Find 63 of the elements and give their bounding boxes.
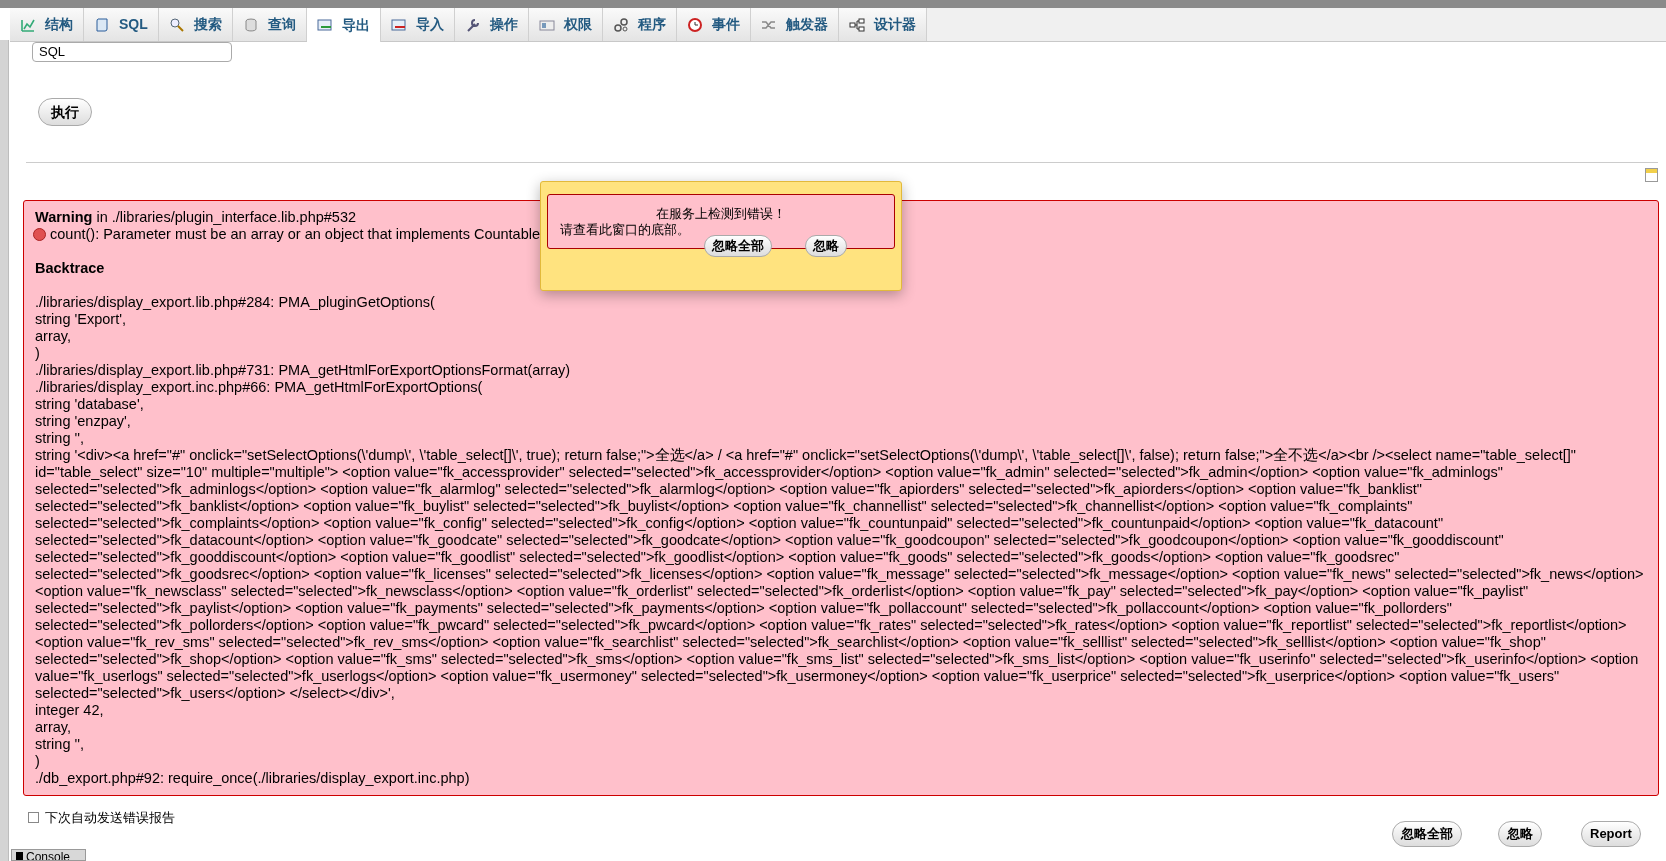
warning-heading: Warning in ./libraries/plugin_interface.lib.php#532 xyxy=(35,209,357,226)
backtrace-line: ) xyxy=(35,753,41,770)
tab[interactable]: 操作 xyxy=(454,8,529,41)
backtrace-line: array, xyxy=(35,719,72,736)
backtrace-line: string '', xyxy=(35,736,86,753)
tab[interactable]: SQL xyxy=(84,8,159,41)
backtrace-line: selected="selected">fk_users</option> </select></div>', xyxy=(35,685,396,702)
error-message: count(): Parameter must be an array or an object that implements Countable xyxy=(50,226,541,243)
backtrace-line: string 'database', xyxy=(35,396,145,413)
footer-button[interactable]: 忽略全部 xyxy=(1392,821,1462,847)
backtrace-line: selected="selected">fk_pollorders</option> <option value="fk_pwcard" selected="selected">fk_pwcard</option> <option value="fk_rates" selected="selected">fk_rates</option> <option value="fk_reportlist" selected="selected">fk_reportlist</option> xyxy=(35,617,1628,634)
tab[interactable]: 程序 xyxy=(602,8,677,41)
footer-button[interactable]: 忽略 xyxy=(1498,821,1542,847)
backtrace-line: selected="selected">fk_banklist</option> <option value="fk_buylist" selected="selected">fk_buylist</option> <option value="fk_channellist" selected="selected">fk_channellist</option> <option value="fk_complaints" xyxy=(35,498,1414,515)
backtrace-line: array, xyxy=(35,328,72,345)
tab[interactable]: 导入 xyxy=(380,8,455,41)
backtrace-line: selected="selected">fk_gooddiscount</option> <option value="fk_goodlist" selected="selected">fk_goodlist</option> <option value="fk_goods" selected="selected">fk_goods</option> <option value="fk_goodsrec" xyxy=(35,549,1401,566)
backtrace-line: id="table_select" size="10" multiple="multiple"> <option value="fk_accessprovider" selected="selected">fk_accessprovider</option> <option value="fk_admin" selected="selected">fk_admin</option> <option value="fk_adminlogs" xyxy=(35,464,1504,481)
popup-title: 在服务上检测到错误！ xyxy=(655,206,787,222)
tab[interactable]: 结构 xyxy=(10,8,84,41)
footer-button[interactable]: Report xyxy=(1581,821,1641,847)
backtrace-line: selected="selected">fk_complaints</option> <option value="fk_config" selected="selected">fk_config</option> <option value="fk_countunpaid" selected="selected">fk_countunpaid</option> <option value="fk_datacount" xyxy=(35,515,1445,532)
format-select[interactable]: SQL xyxy=(32,42,232,62)
backtrace-line: selected="selected">fk_goodsrec</option> <option value="fk_licenses" selected="selected">fk_licenses</option> <option value="fk_message" selected="selected">fk_message</option> <option value="fk_news" selected="selected">fk_news</option> xyxy=(35,566,1645,583)
tab[interactable]: 查询 xyxy=(232,8,307,41)
document-icon[interactable] xyxy=(1645,168,1658,182)
diagram-icon xyxy=(848,16,865,33)
tab[interactable]: 事件 xyxy=(676,8,751,41)
backtrace-line: selected="selected">fk_paylist</option> <option value="fk_payments" selected="selected">fk_payments</option> <option value="fk_pollaccount" selected="selected">fk_pollaccount</option> <option value="fk_pollorders" xyxy=(35,600,1453,617)
tab[interactable]: 导出 xyxy=(306,8,381,42)
tab[interactable]: 触发器 xyxy=(750,8,839,41)
backtrace-line: ./libraries/display_export.lib.php#731: PMA_getHtmlForExportOptionsFormat(array) xyxy=(35,362,572,379)
backtrace-line: ./libraries/display_export.inc.php#66: PMA_getHtmlForExportOptions( xyxy=(35,379,484,396)
search-icon xyxy=(168,16,185,33)
backtrace-title: Backtrace xyxy=(35,260,105,277)
backtrace-line: value="fk_userlogs" selected="selected">fk_userlogs</option> <option value="fk_usermoney" selected="selected">fk_usermoney</option> <option value="fk_userprice" selected="selected">fk_userprice</option> <option value="fk_users" xyxy=(35,668,1561,685)
execute-button[interactable]: 执行 xyxy=(38,98,92,126)
backtrace-line: selected="selected">fk_shop</option> <option value="fk_sms" selected="selected">fk_sms</option> <option value="fk_sms_list" selected="selected">fk_sms_list</option> <option value="fk_userinfo" selected="selected">fk_userinfo</option> <option xyxy=(35,651,1640,668)
gears-icon xyxy=(612,16,629,33)
checkbox-label: 下次自动发送错误报告 xyxy=(45,809,175,827)
scrollbar[interactable] xyxy=(0,40,9,861)
tab[interactable]: 设计器 xyxy=(838,8,927,41)
cylinder-icon xyxy=(242,16,259,33)
error-icon xyxy=(33,228,46,241)
tab[interactable]: 权限 xyxy=(528,8,603,41)
backtrace-line: string 'Export', xyxy=(35,311,127,328)
backtrace-line: string '', xyxy=(35,430,86,447)
backtrace-line: selected="selected">fk_datacount</option> <option value="fk_goodcate" selected="selected">fk_goodcate</option> <option value="fk_goodcoupon" selected="selected">fk_goodcoupon</option> <option value="fk_gooddiscount" xyxy=(35,532,1505,549)
checkbox[interactable] xyxy=(28,812,39,824)
tab[interactable]: 搜索 xyxy=(158,8,233,41)
popup-button[interactable]: 忽略全部 xyxy=(704,235,772,257)
backtrace-line: ) xyxy=(35,345,41,362)
backtrace-line: integer 42, xyxy=(35,702,105,719)
popup-message: 请查看此窗口的底部。 xyxy=(560,222,691,238)
popup-button[interactable]: 忽略 xyxy=(805,235,847,257)
clock-icon xyxy=(686,16,703,33)
backtrace-line: <option value="fk_rev_sms" selected="selected">fk_rev_sms</option> <option value="fk_searchlist" selected="selected">fk_searchlist</option> <option value="fk_selllist" selected="selected">fk_selllist</option> <option value="fk_shop" xyxy=(35,634,1547,651)
backtrace-line: <option value="fk_newsclass" selected="selected">fk_newsclass</option> <option value="fk_orderlist" selected="selected">fk_orderlist</option> <option value="fk_pay" selected="selected">fk_pay</option> <option value="fk_paylist" xyxy=(35,583,1530,600)
backtrace-line: ./db_export.php#92: require_once(./libraries/display_export.inc.php) xyxy=(35,770,471,787)
backtrace-line: selected="selected">fk_adminlogs</option> <option value="fk_alarmlog" selected="selected">fk_alarmlog</option> <option value="fk_apiorders" selected="selected">fk_apiorders</option> <option value="fk_banklist" xyxy=(35,481,1423,498)
backtrace-line: string 'enzpay', xyxy=(35,413,132,430)
backtrace-line: string '<div><a href="#" onclick="setSelectOptions(\'dump\', \'table_select[]\', true); return false;">全选</a> / <a href="#" onclick="setSelectOptions(\'dump\', \'table_select[]\', false); return false;">全不选</a><br /><select name="table_select[]" xyxy=(35,447,1577,464)
backtrace-line: ./libraries/display_export.lib.php#284: PMA_pluginGetOptions( xyxy=(35,294,436,311)
